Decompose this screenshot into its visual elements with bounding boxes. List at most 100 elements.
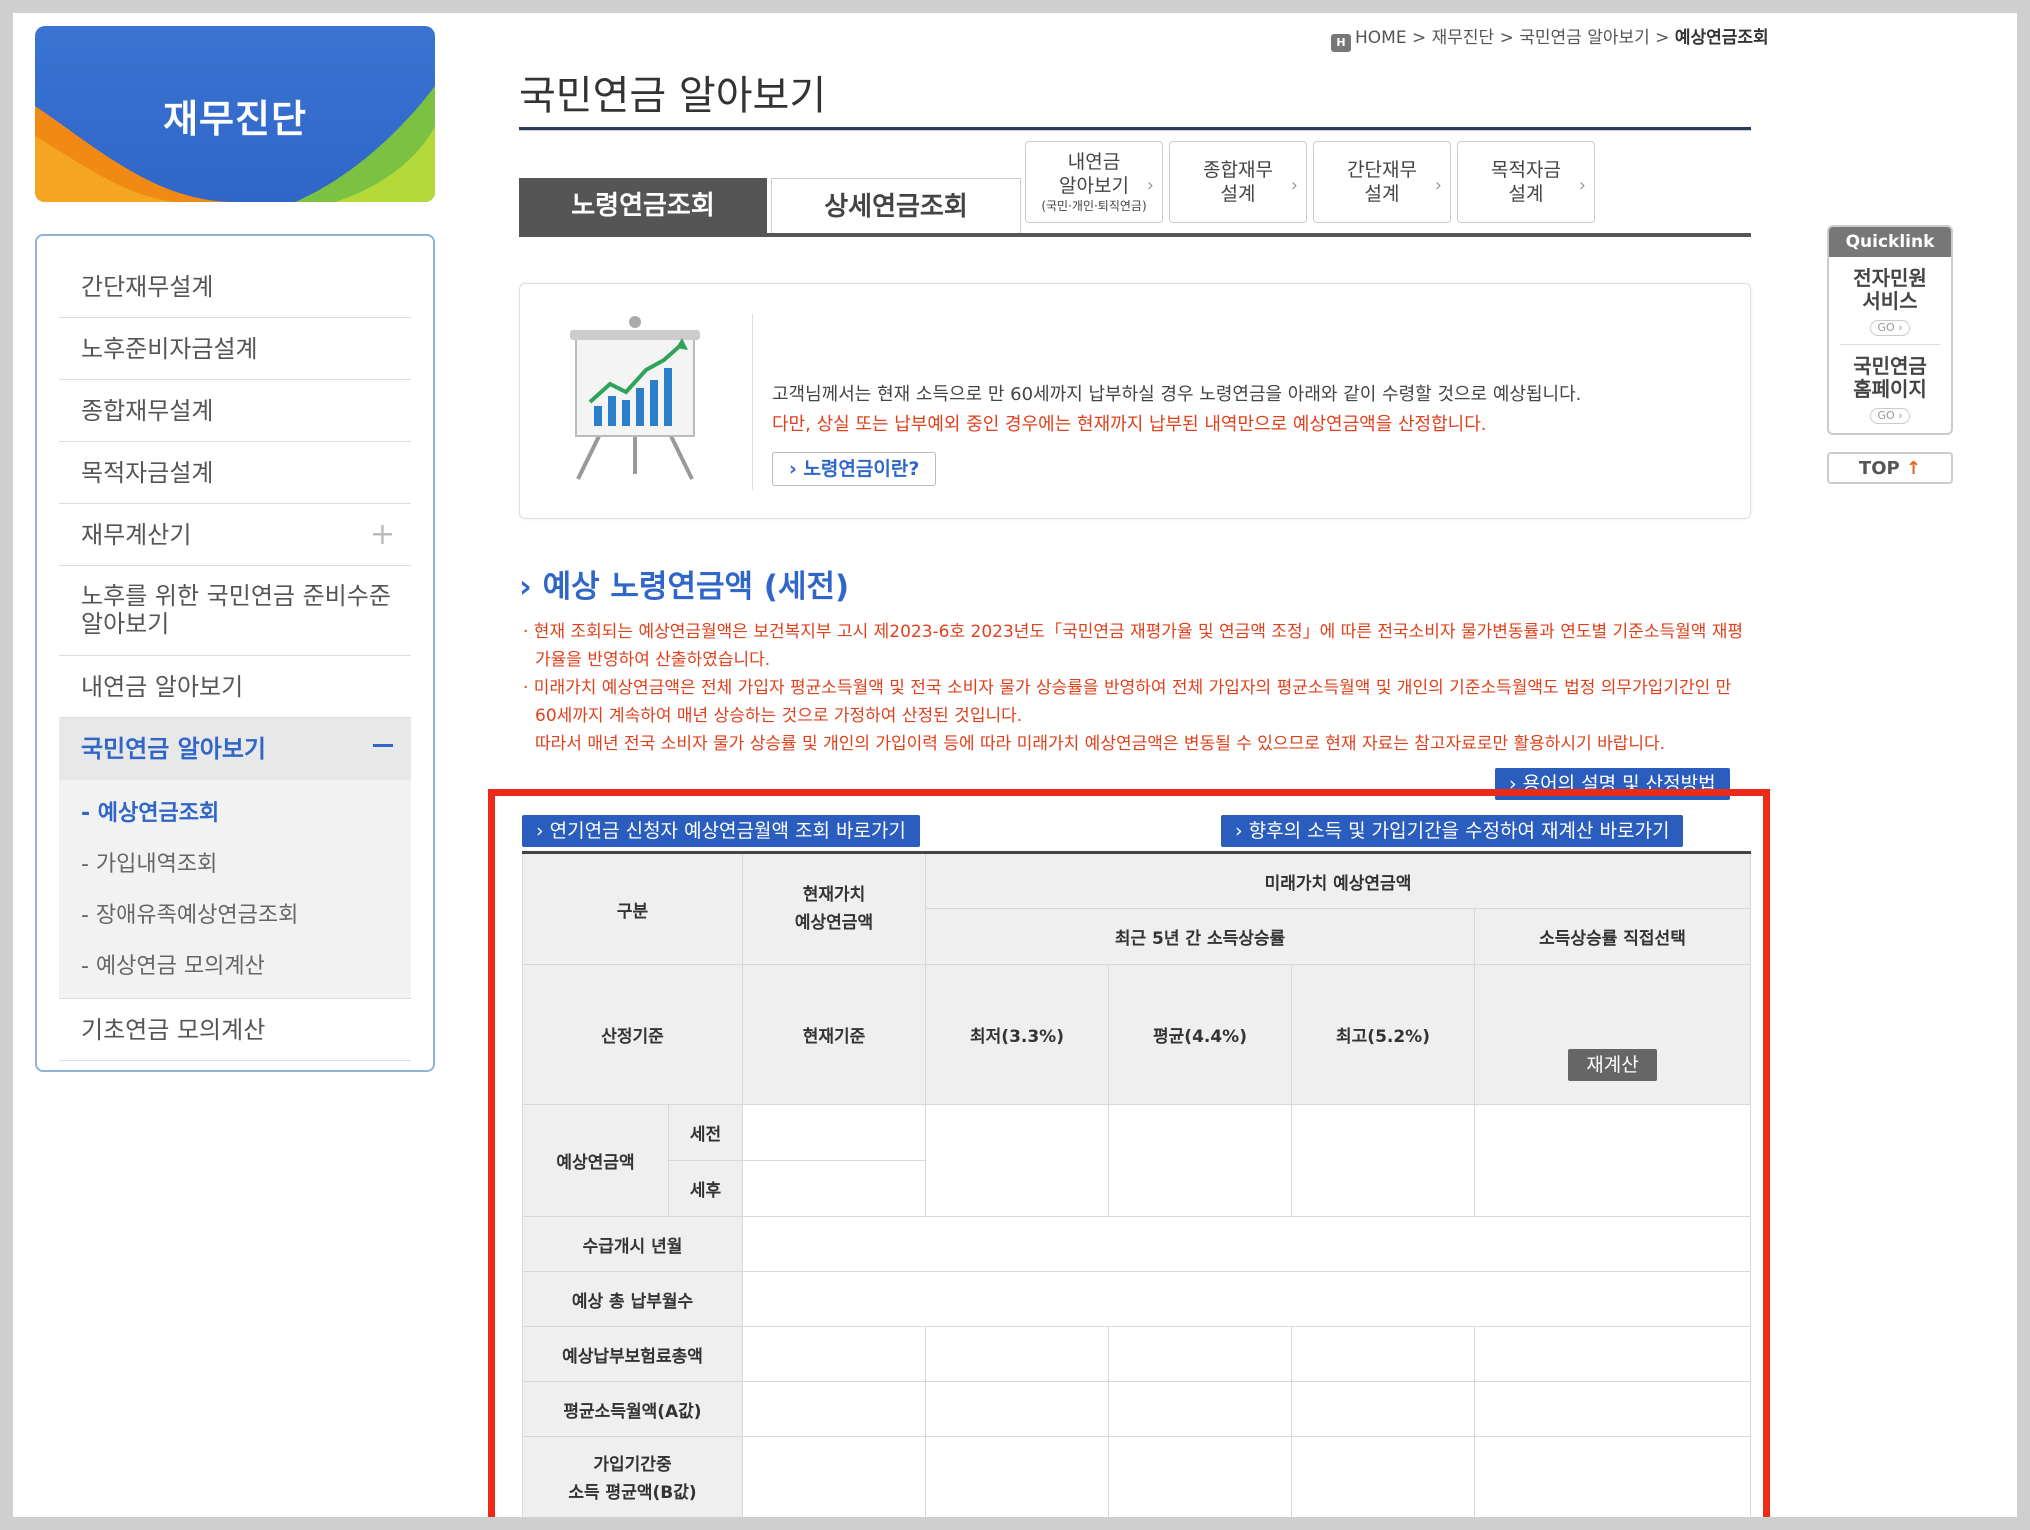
- cell-premium: [925, 1326, 1109, 1382]
- cell-premium: [1291, 1326, 1475, 1382]
- info-text-notice: 다만, 상실 또는 납부예외 중인 경우에는 현재까지 납부된 내역만으로 예상…: [772, 414, 1487, 435]
- tab-my-pension[interactable]: 내연금 알아보기 (국민·개인·퇴직연금) ›: [1025, 141, 1163, 223]
- cell-aftertax-current: [742, 1160, 926, 1217]
- recalculate-button[interactable]: 재계산: [1568, 1048, 1657, 1081]
- header-future-value: 미래가치 예상연금액: [925, 852, 1751, 909]
- submenu-item-enrollment-history[interactable]: - 가입내역조회: [81, 839, 411, 890]
- tab-detailed-pension[interactable]: 상세연금조회: [771, 178, 1021, 234]
- chevron-right-icon: ›: [1290, 175, 1298, 196]
- section-title: › 예상 노령연금액 (세전): [519, 569, 850, 605]
- sidebar-item-retirement-fund[interactable]: 노후준비자금설계: [59, 318, 411, 380]
- cell-expected-direct: [1474, 1104, 1751, 1217]
- basis-min: 최저(3.3%): [925, 964, 1109, 1105]
- page-title: 국민연금 알아보기: [519, 73, 827, 119]
- go-button[interactable]: GO ›: [1870, 408, 1910, 424]
- sidebar-banner-title: 재무진단: [163, 97, 307, 141]
- chevron-right-icon: ›: [1578, 175, 1586, 196]
- top-button[interactable]: TOP ↑: [1827, 452, 1953, 484]
- expand-plus-icon[interactable]: +: [370, 504, 395, 566]
- sidebar-menu: 간단재무설계 노후준비자금설계 종합재무설계 목적자금설계 재무계산기 + 노후를…: [35, 234, 435, 1072]
- note-1: · 현재 조회되는 예상연금월액은 보건복지부 고시 제2023-6호 2023…: [523, 622, 1744, 670]
- collapse-minus-icon[interactable]: [373, 744, 393, 747]
- cell-b-value: [925, 1436, 1109, 1517]
- pension-table: 구분 현재가치 예상연금액 미래가치 예상연금액 최근 5년 간 소득상승률 소…: [522, 851, 1751, 1517]
- direct-select-cell: 재계산: [1474, 964, 1751, 1105]
- row-start-label: 수급개시 년월: [522, 1216, 743, 1272]
- submenu-item-disability-survivor[interactable]: - 장애유족예상연금조회: [81, 890, 411, 941]
- info-divider: [752, 314, 753, 490]
- basis-current: 현재기준: [742, 964, 926, 1105]
- breadcrumb-path[interactable]: HOME > 재무진단 > 국민연금 알아보기 >: [1355, 28, 1675, 48]
- row-pretax-label: 세전: [668, 1104, 743, 1161]
- row-months-label: 예상 총 납부월수: [522, 1271, 743, 1327]
- cell-b-value: [1474, 1436, 1751, 1517]
- terms-explanation-button[interactable]: › 용어의 설명 및 산정방법: [1495, 768, 1730, 800]
- cell-premium: [1474, 1326, 1751, 1382]
- sidebar-item-calculator[interactable]: 재무계산기 +: [59, 504, 411, 566]
- go-button[interactable]: GO ›: [1870, 320, 1910, 336]
- cell-a-value: [925, 1381, 1109, 1437]
- sidebar-item-comprehensive-plan[interactable]: 종합재무설계: [59, 380, 411, 442]
- recalculate-link-button[interactable]: › 향후의 소득 및 가입기간을 수정하여 재계산 바로가기: [1221, 815, 1684, 847]
- row-premium-label: 예상납부보험료총액: [522, 1326, 743, 1382]
- presentation-chart-icon: [570, 316, 700, 480]
- breadcrumb-current: 예상연금조회: [1674, 28, 1769, 48]
- row-b-value-label: 가입기간중 소득 평균액(B값): [522, 1436, 743, 1517]
- quicklink-e-civil[interactable]: 전자민원 서비스 GO ›: [1829, 257, 1951, 336]
- info-text-estimate: 고객님께서는 현재 소득으로 만 60세까지 납부하실 경우 노령연금을 아래와…: [772, 384, 1582, 405]
- what-is-pension-button[interactable]: › 노령연금이란?: [772, 452, 937, 486]
- cell-a-value: [1108, 1381, 1292, 1437]
- header-direct-select: 소득상승률 직접선택: [1474, 908, 1751, 965]
- sidebar-item-readiness[interactable]: 노후를 위한 국민연금 준비수준 알아보기: [59, 566, 411, 656]
- cell-a-value: [742, 1381, 926, 1437]
- quicklink-nps-home[interactable]: 국민연금 홈페이지 GO ›: [1829, 345, 1951, 424]
- notes: · 현재 조회되는 예상연금월액은 보건복지부 고시 제2023-6호 2023…: [523, 618, 1751, 758]
- header-current-value: 현재가치 예상연금액: [742, 852, 926, 965]
- tab-underline: [519, 233, 1751, 237]
- home-icon[interactable]: H: [1331, 34, 1351, 52]
- breadcrumb: H HOME > 재무진단 > 국민연금 알아보기 > 예상연금조회: [1331, 23, 1769, 52]
- sidebar-banner: 재무진단: [35, 26, 435, 202]
- info-box: 고객님께서는 현재 소득으로 만 60세까지 납부하실 경우 노령연금을 아래와…: [519, 283, 1751, 519]
- chevron-right-icon: ›: [1146, 175, 1154, 196]
- row-basis-label: 산정기준: [522, 964, 743, 1105]
- cell-pretax-current: [742, 1104, 926, 1161]
- sidebar-item-basic-pension[interactable]: 기초연금 모의계산: [59, 999, 411, 1061]
- row-a-value-label: 평균소득월액(A값): [522, 1381, 743, 1437]
- tab-comprehensive-plan[interactable]: 종합재무 설계 ›: [1169, 141, 1307, 223]
- note-2: · 미래가치 예상연금액은 전체 가입자 평균소득월액 및 전국 소비자 물가 …: [523, 678, 1732, 726]
- submenu-item-expected-pension[interactable]: - 예상연금조회: [81, 788, 411, 839]
- tab-simple-plan[interactable]: 간단재무 설계 ›: [1313, 141, 1451, 223]
- cell-premium: [1108, 1326, 1292, 1382]
- sidebar-item-national-pension[interactable]: 국민연금 알아보기: [59, 718, 411, 780]
- cell-b-value: [1108, 1436, 1292, 1517]
- header-category: 구분: [522, 852, 743, 965]
- sidebar-item-simple-plan[interactable]: 간단재무설계: [59, 256, 411, 318]
- page: 재무진단 간단재무설계 노후준비자금설계 종합재무설계 목적자금설계 재무계산기…: [13, 13, 2017, 1517]
- header-recent-5-years: 최근 5년 간 소득상승률: [925, 908, 1475, 965]
- arrow-up-icon: ↑: [1905, 458, 1922, 479]
- deferred-pension-button[interactable]: › 연기연금 신청자 예상연금월액 조회 바로가기: [522, 815, 920, 847]
- row-expected-label: 예상연금액: [522, 1104, 669, 1217]
- cell-expected-max: [1291, 1104, 1475, 1217]
- note-3: 따라서 매년 전국 소비자 물가 상승률 및 개인의 가입이력 등에 따라 미래…: [535, 734, 1666, 754]
- quicklink-panel: Quicklink 전자민원 서비스 GO › 국민연금 홈페이지 GO ›: [1827, 225, 1953, 435]
- basis-avg: 평균(4.4%): [1108, 964, 1292, 1105]
- tab-purpose-fund[interactable]: 목적자금 설계 ›: [1457, 141, 1595, 223]
- cell-start-date: [742, 1216, 1751, 1272]
- cell-total-months: [742, 1271, 1751, 1327]
- quicklink-title: Quicklink: [1829, 227, 1951, 257]
- cell-b-value: [742, 1436, 926, 1517]
- cell-b-value: [1291, 1436, 1475, 1517]
- cell-expected-min: [925, 1104, 1109, 1217]
- submenu-item-mock-calculation[interactable]: - 예상연금 모의계산: [81, 941, 411, 992]
- sidebar-item-my-pension[interactable]: 내연금 알아보기: [59, 656, 411, 718]
- title-divider: [519, 127, 1751, 131]
- row-aftertax-label: 세후: [668, 1160, 743, 1217]
- tab-old-age-pension[interactable]: 노령연금조회: [519, 178, 767, 234]
- basis-max: 최고(5.2%): [1291, 964, 1475, 1105]
- cell-expected-avg: [1108, 1104, 1292, 1217]
- sidebar-item-purpose-fund[interactable]: 목적자금설계: [59, 442, 411, 504]
- cell-premium: [742, 1326, 926, 1382]
- chevron-right-icon: ›: [1434, 175, 1442, 196]
